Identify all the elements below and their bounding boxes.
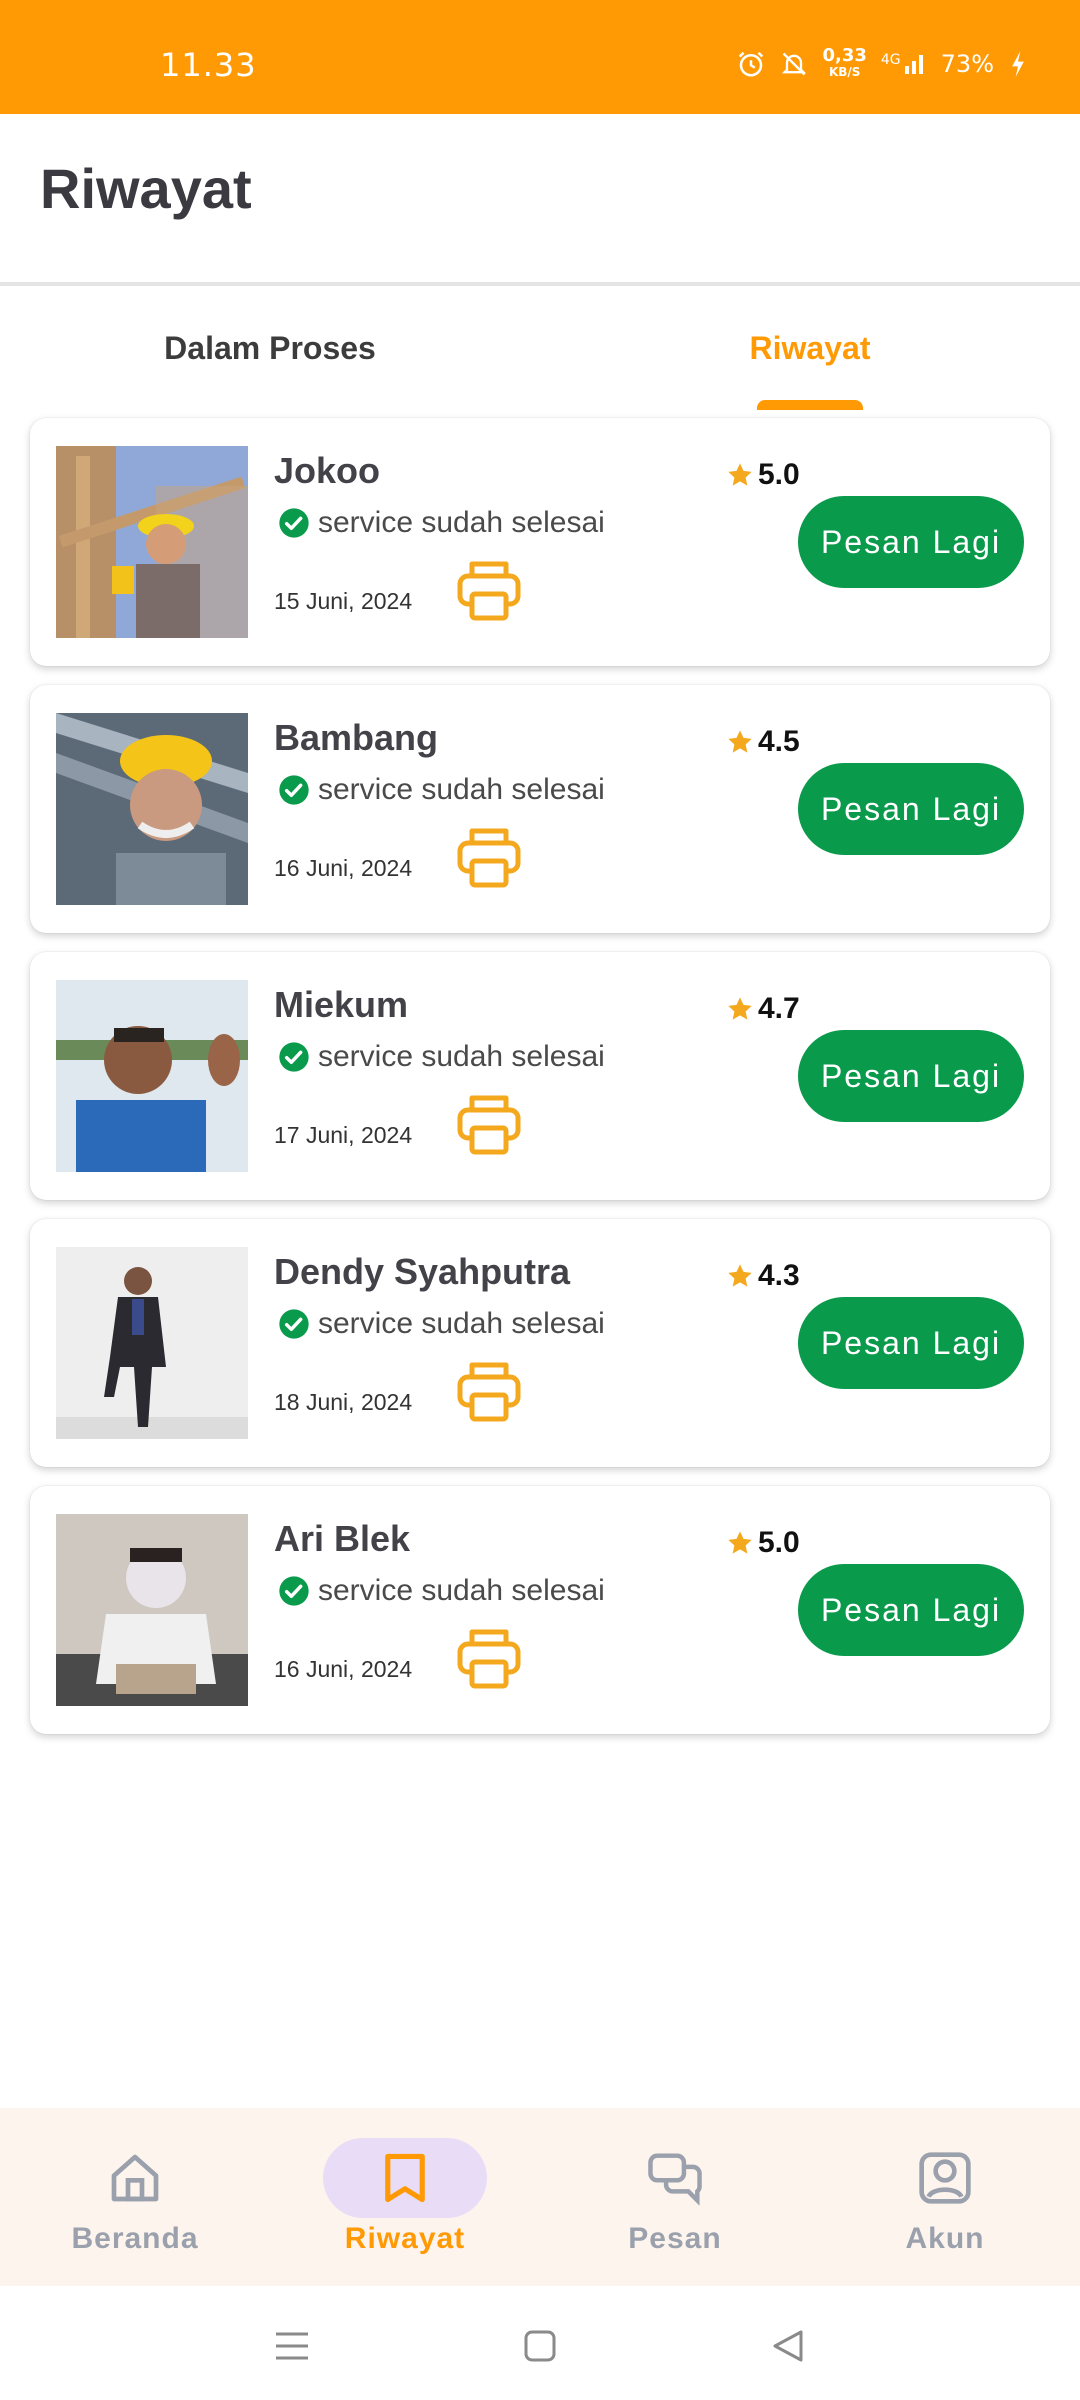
order-again-button[interactable]: Pesan Lagi	[798, 1297, 1024, 1389]
signal-icon: 4G	[881, 52, 927, 76]
account-icon	[919, 2152, 971, 2204]
nav-item-beranda[interactable]: Beranda	[0, 2108, 270, 2286]
star-icon	[728, 1531, 752, 1554]
service-status: service sudah selesai	[278, 773, 605, 807]
rating: 4.7	[726, 992, 800, 1026]
nav-icon-container	[53, 2138, 217, 2218]
alarm-icon	[736, 49, 766, 79]
service-date: 16 Juni, 2024	[274, 1656, 413, 1682]
print-icon[interactable]	[454, 1626, 524, 1692]
rating-value: 4.5	[758, 725, 800, 758]
print-icon[interactable]	[454, 1359, 524, 1425]
worker-photo	[56, 713, 248, 905]
order-again-button[interactable]: Pesan Lagi	[798, 763, 1024, 855]
status-time: 11.33	[160, 46, 257, 84]
nav-icon-container	[323, 2138, 487, 2218]
service-status-text: service sudah selesai	[318, 1307, 605, 1340]
check-circle-icon	[279, 1309, 309, 1339]
check-circle-icon	[279, 1042, 309, 1072]
service-status-text: service sudah selesai	[318, 773, 605, 806]
nav-item-riwayat[interactable]: Riwayat	[270, 2108, 540, 2286]
service-status-text: service sudah selesai	[318, 506, 605, 539]
network-type: 4G	[880, 52, 901, 68]
nav-item-pesan[interactable]: Pesan	[540, 2108, 810, 2286]
print-icon[interactable]	[454, 1092, 524, 1158]
check-circle-icon	[279, 508, 309, 538]
order-again-button[interactable]: Pesan Lagi	[798, 1030, 1024, 1122]
service-status: service sudah selesai	[278, 1040, 605, 1074]
nav-label: Riwayat	[344, 2222, 466, 2255]
star-icon	[728, 997, 752, 1020]
worker-name: Ari Blek	[274, 1518, 411, 1559]
worker-photo	[56, 1247, 248, 1439]
service-status: service sudah selesai	[278, 1307, 605, 1341]
rating: 5.0	[726, 1526, 800, 1560]
star-icon	[728, 1264, 752, 1287]
order-again-button[interactable]: Pesan Lagi	[798, 1564, 1024, 1656]
service-date: 15 Juni, 2024	[274, 588, 413, 614]
page-title: Riwayat	[40, 157, 252, 220]
history-card: Dendy Syahputra service sudah selesai 18…	[30, 1219, 1050, 1467]
order-again-button[interactable]: Pesan Lagi	[798, 496, 1024, 588]
service-status-text: service sudah selesai	[318, 1574, 605, 1607]
service-status-text: service sudah selesai	[318, 1040, 605, 1073]
rating-value: 4.7	[758, 992, 800, 1025]
bottom-navigation: Beranda Riwayat Pesan Akun	[0, 2108, 1080, 2286]
tab-riwayat[interactable]: Riwayat	[540, 286, 1080, 410]
history-card: Bambang service sudah selesai 16 Juni, 2…	[30, 685, 1050, 933]
service-status: service sudah selesai	[278, 1574, 605, 1608]
worker-name: Jokoo	[274, 450, 381, 491]
nav-icon-container	[863, 2138, 1027, 2218]
active-tab-indicator	[757, 400, 863, 410]
check-circle-icon	[279, 775, 309, 805]
rating: 5.0	[726, 458, 800, 492]
history-card: Ari Blek service sudah selesai 16 Juni, …	[30, 1486, 1050, 1734]
tab-dalam-proses[interactable]: Dalam Proses	[0, 286, 540, 410]
worker-name: Bambang	[274, 717, 439, 758]
home-icon	[111, 2154, 159, 2202]
status-bar: 11.33 0,33 KB/S 4G 73%	[0, 0, 1080, 114]
nav-label: Pesan	[628, 2222, 722, 2255]
check-circle-icon	[279, 1576, 309, 1606]
service-date: 16 Juni, 2024	[274, 855, 413, 881]
mute-bell-icon	[780, 50, 808, 78]
nav-item-akun[interactable]: Akun	[810, 2108, 1080, 2286]
service-status: service sudah selesai	[278, 506, 605, 540]
worker-photo	[56, 1514, 248, 1706]
system-navigation-bar	[0, 2286, 1080, 2400]
menu-icon[interactable]	[262, 2316, 322, 2376]
worker-name: Dendy Syahputra	[274, 1251, 571, 1292]
print-icon[interactable]	[454, 558, 524, 624]
home-square-icon[interactable]	[510, 2316, 570, 2376]
rating: 4.5	[726, 725, 800, 759]
bookmark-icon	[385, 2153, 425, 2203]
chat-icon	[648, 2153, 702, 2206]
nav-icon-container	[593, 2138, 757, 2218]
star-icon	[728, 730, 752, 753]
speed-value: 0,33	[822, 45, 867, 66]
nav-label: Akun	[905, 2222, 985, 2255]
history-card: Miekum service sudah selesai 17 Juni, 20…	[30, 952, 1050, 1200]
nav-label: Beranda	[71, 2222, 199, 2255]
rating-value: 5.0	[758, 1526, 800, 1559]
tab-bar: Dalam Proses Riwayat	[0, 286, 1080, 410]
history-card: Jokoo service sudah selesai 15 Juni, 202…	[30, 418, 1050, 666]
worker-photo	[56, 980, 248, 1172]
network-speed: 0,33 KB/S	[822, 45, 867, 80]
service-date: 18 Juni, 2024	[274, 1389, 413, 1415]
rating-value: 4.3	[758, 1259, 800, 1292]
star-icon	[728, 463, 752, 486]
worker-photo	[56, 446, 248, 638]
page-header: Riwayat	[0, 114, 1080, 284]
back-triangle-icon[interactable]	[758, 2316, 818, 2376]
speed-unit: KB/S	[828, 65, 861, 79]
charging-icon	[1008, 50, 1028, 78]
print-icon[interactable]	[454, 825, 524, 891]
service-date: 17 Juni, 2024	[274, 1122, 413, 1148]
worker-name: Miekum	[274, 984, 409, 1025]
rating: 4.3	[726, 1259, 800, 1293]
battery-level: 73%	[940, 50, 994, 78]
rating-value: 5.0	[758, 458, 800, 491]
status-icons: 0,33 KB/S 4G 73%	[736, 45, 1028, 80]
